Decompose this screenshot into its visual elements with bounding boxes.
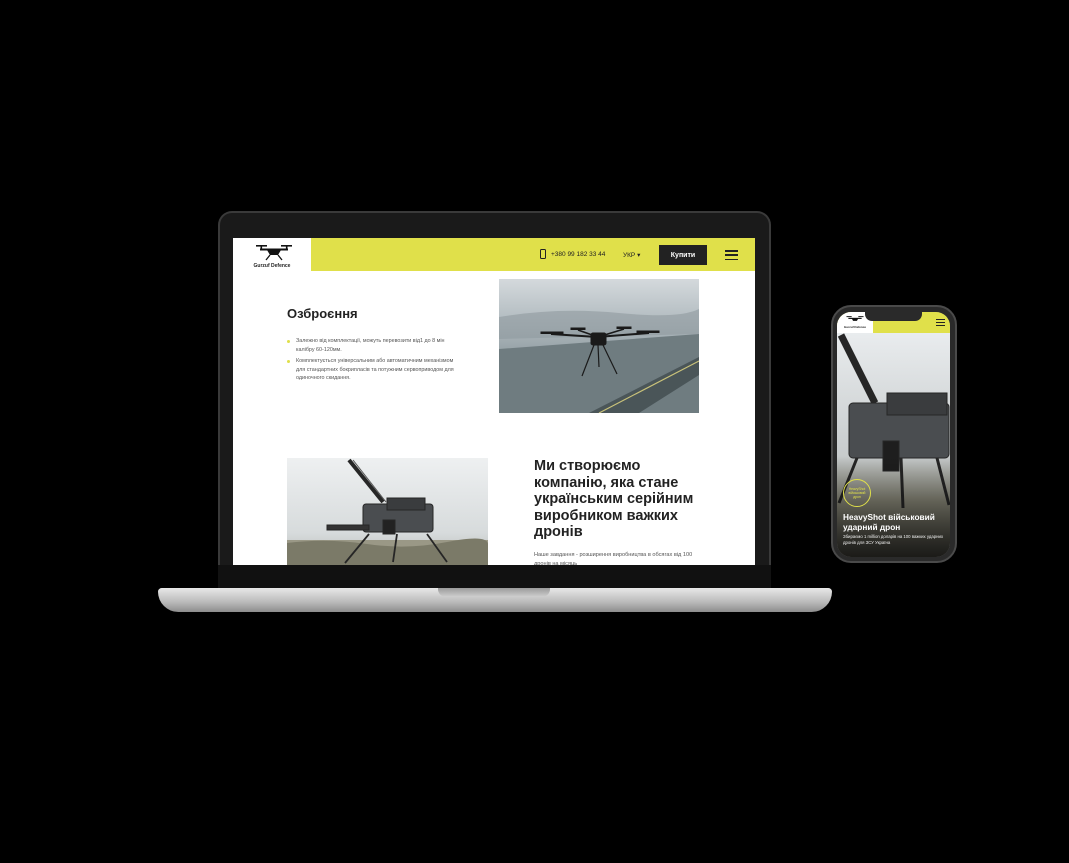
- menu-icon[interactable]: [936, 319, 945, 326]
- drone-ground-photo: [287, 458, 488, 565]
- hero-badge: HeavyShot військовий дрон: [843, 479, 871, 507]
- site-header: Gurzuf Defence +380 99 182 33 44 УКР ▾ К…: [233, 238, 755, 271]
- logo[interactable]: Gurzuf Defence: [233, 238, 311, 271]
- language-selector[interactable]: УКР ▾: [623, 251, 640, 259]
- phone-icon: [540, 249, 546, 259]
- drone-logo-icon: [256, 245, 292, 261]
- phone-link[interactable]: +380 99 182 33 44: [540, 249, 605, 259]
- list-item: Залежно від комплектації, можуть перевоз…: [287, 337, 457, 354]
- desktop-website: Gurzuf Defence +380 99 182 33 44 УКР ▾ К…: [233, 238, 755, 565]
- logo-text: Gurzuf Defence: [253, 263, 291, 269]
- language-label: УКР: [623, 252, 636, 259]
- mission-title: Ми створюємо компанію, яка стане українс…: [534, 458, 694, 540]
- buy-button[interactable]: Купити: [659, 245, 707, 265]
- drone-logo-icon: [846, 316, 864, 321]
- hero-title: HeavyShot військовий ударний дрон: [843, 512, 935, 532]
- weapons-list: Залежно від комплектації, можуть перевоз…: [287, 337, 457, 386]
- laptop-chin: [218, 565, 771, 589]
- menu-icon[interactable]: [725, 250, 738, 260]
- drone-flight-photo: [499, 279, 699, 413]
- mission-text: Наше завдання - розширення виробництва в…: [534, 552, 693, 565]
- phone-notch: [865, 312, 922, 321]
- phone-number: +380 99 182 33 44: [551, 250, 606, 258]
- list-item: Комплектується універсальним або автомат…: [287, 357, 457, 383]
- mobile-logo-text: Gurzuf Defence: [843, 325, 867, 329]
- hero-text: Збираємо 1 million доларів на 100 важких…: [843, 534, 944, 545]
- caret-down-icon: ▾: [637, 252, 641, 259]
- weapons-title: Озброєння: [287, 306, 358, 321]
- laptop-notch: [438, 588, 550, 597]
- mobile-website: Gurzuf Defence HeavyShot військовий дрон…: [837, 312, 950, 557]
